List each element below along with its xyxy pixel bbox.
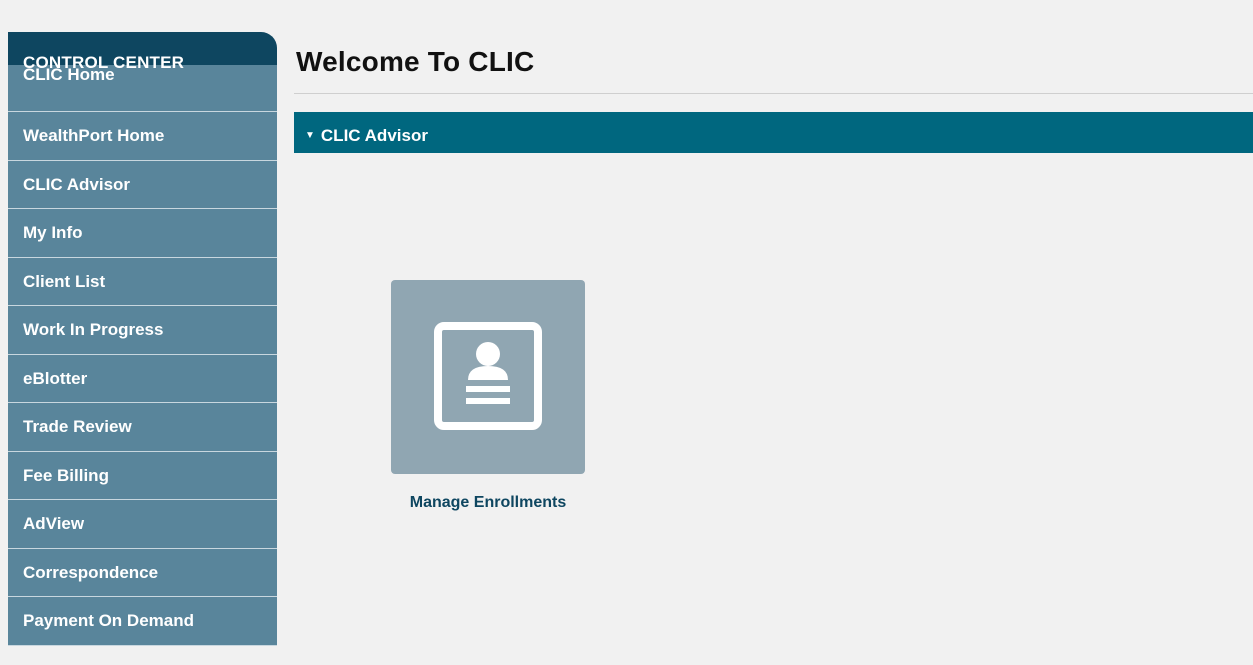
sidebar-item-trade-review[interactable]: Trade Review [8,403,277,452]
manage-enrollments-tile[interactable] [391,280,585,474]
section-header-label: CLIC Advisor [320,126,428,145]
sidebar-item-eblotter[interactable]: eBlotter [8,354,277,403]
sidebar-item-label: CLIC Advisor [23,174,131,194]
sidebar-item-fee-billing[interactable]: Fee Billing [8,451,277,500]
sidebar-item-payment-on-demand[interactable]: Payment On Demand [8,597,277,646]
sidebar-item-work-in-progress[interactable]: Work In Progress [8,306,277,355]
sidebar-item-label: Work In Progress [23,320,164,339]
control-center-sidebar: CONTROL CENTER CLIC Home WealthPort Home… [8,32,277,665]
sidebar-item-label: AdView [23,514,85,533]
sidebar-item-clic-advisor[interactable]: CLIC Advisor [8,160,277,209]
sidebar-item-label: Correspondence [23,562,159,582]
section-header-clic-advisor[interactable]: ▼ CLIC Advisor [294,112,1253,153]
sidebar-item-client-list[interactable]: Client List [8,257,277,306]
page-title: Welcome To CLIC [296,46,535,77]
sidebar-item-label: WealthPort Home [23,126,165,145]
sidebar-item-wealthport-home[interactable]: WealthPort Home [8,112,277,161]
sidebar-nav-list: CLIC Home WealthPort Home CLIC Advisor M… [8,65,277,646]
title-divider [294,93,1253,94]
sidebar-item-label: Client List [23,271,106,291]
triangle-down-icon: ▼ [305,130,315,141]
sidebar-item-label: Fee Billing [23,465,109,485]
sidebar-item-correspondence[interactable]: Correspondence [8,548,277,597]
sidebar-item-adview[interactable]: AdView [8,500,277,549]
main-content: Welcome To CLIC ▼ CLIC Advisor Manage Enr… [294,0,1253,665]
sidebar-item-label: eBlotter [23,368,88,388]
sidebar-item-label: My Info [23,223,83,242]
sidebar-item-my-info[interactable]: My Info [8,209,277,258]
manage-enrollments-label[interactable]: Manage Enrollments [391,494,585,512]
sidebar-item-label: Trade Review [23,417,132,436]
sidebar-item-label: Payment On Demand [23,611,194,630]
enrollment-card-icon [434,322,542,430]
sidebar-item-clic-home[interactable]: CLIC Home [8,65,277,112]
